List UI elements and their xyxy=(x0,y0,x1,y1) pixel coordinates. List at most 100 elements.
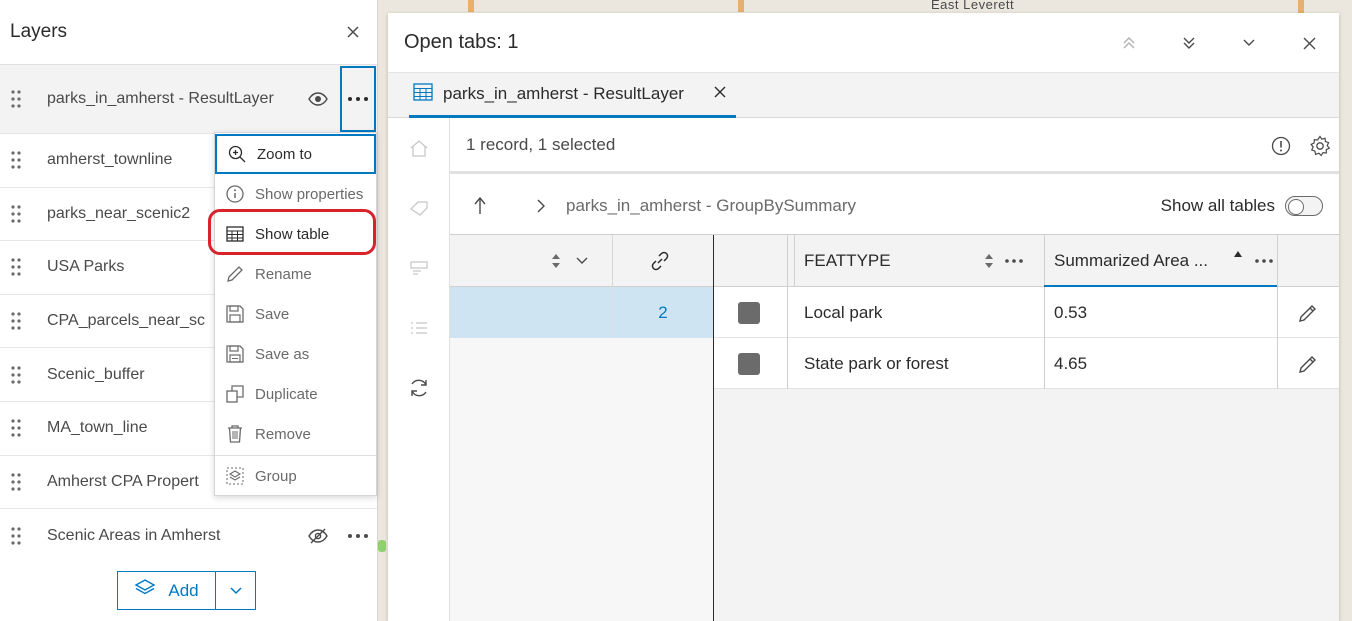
column-divider xyxy=(794,235,795,287)
layer-label: Scenic_buffer xyxy=(47,365,145,383)
table-icon xyxy=(225,224,245,244)
row-select-checkbox[interactable] xyxy=(738,338,760,389)
close-icon[interactable] xyxy=(1279,13,1339,73)
chevrons-up-icon[interactable] xyxy=(1099,13,1159,73)
map-park-area xyxy=(378,540,386,552)
menu-item-label: Rename xyxy=(255,265,312,283)
more-options-button[interactable] xyxy=(340,66,376,132)
sort-icon[interactable] xyxy=(980,251,998,271)
gear-icon[interactable] xyxy=(1309,135,1331,157)
drag-handle-icon[interactable] xyxy=(0,526,32,546)
drag-handle-icon[interactable] xyxy=(0,204,32,224)
tab-label: parks_in_amherst - ResultLayer xyxy=(443,84,684,103)
chevron-down-icon[interactable] xyxy=(572,251,592,271)
sort-icon[interactable] xyxy=(546,251,566,271)
menu-item-save-as[interactable]: Save as xyxy=(215,334,376,374)
column-divider xyxy=(1044,235,1045,287)
table-panel-title: Open tabs: 1 xyxy=(404,31,519,53)
pencil-icon xyxy=(225,264,245,284)
sort-ascending-icon[interactable] xyxy=(1232,247,1244,261)
cell-summarized-area[interactable]: 4.65 xyxy=(1054,338,1087,389)
link-icon xyxy=(648,249,672,273)
menu-item-label: Save xyxy=(255,305,290,323)
breadcrumb-item[interactable]: parks_in_amherst - GroupBySummary xyxy=(566,196,856,216)
menu-item-label: Show table xyxy=(255,225,330,243)
table-row[interactable]: 2 xyxy=(450,287,713,338)
column-divider xyxy=(612,235,613,287)
table-header-row: FEATTYPE Summarized Area ... xyxy=(714,235,1339,287)
menu-item-show-table[interactable]: Show table xyxy=(215,214,376,254)
menu-item-label: Duplicate xyxy=(255,385,318,403)
refresh-icon[interactable] xyxy=(388,358,450,418)
symbol-swatch xyxy=(738,301,760,324)
list-icon[interactable] xyxy=(388,298,450,358)
drag-handle-icon[interactable] xyxy=(0,150,32,170)
chevrons-down-icon[interactable] xyxy=(1159,13,1219,73)
column-header-label: Summarized Area ... xyxy=(1054,251,1209,270)
home-icon[interactable] xyxy=(388,118,450,178)
pencil-icon[interactable] xyxy=(1298,287,1318,338)
layer-label: Scenic Areas in Amherst xyxy=(47,526,221,544)
record-count-text: 1 record, 1 selected xyxy=(466,134,616,154)
menu-item-save[interactable]: Save xyxy=(215,294,376,334)
back-arrow-icon[interactable] xyxy=(468,194,492,218)
eye-off-icon[interactable] xyxy=(306,524,330,548)
table-row[interactable]: State park or forest 4.65 xyxy=(714,338,1339,389)
layer-label: USA Parks xyxy=(47,258,125,276)
menu-item-label: Save as xyxy=(255,345,310,363)
drag-handle-icon[interactable] xyxy=(0,257,32,277)
menu-item-rename[interactable]: Rename xyxy=(215,254,376,294)
more-options-button[interactable] xyxy=(340,516,376,556)
drag-handle-icon[interactable] xyxy=(0,418,32,438)
column-divider xyxy=(1044,287,1045,338)
menu-item-zoom-to[interactable]: Zoom to xyxy=(215,134,376,174)
table-icon xyxy=(413,82,433,106)
column-divider xyxy=(1277,235,1278,287)
chevron-down-icon[interactable] xyxy=(1219,13,1279,73)
close-icon[interactable] xyxy=(339,18,367,46)
row-select-checkbox[interactable] xyxy=(738,287,760,338)
menu-item-duplicate[interactable]: Duplicate xyxy=(215,374,376,414)
column-header-summarized-area[interactable]: Summarized Area ... xyxy=(1054,235,1229,287)
drag-handle-icon[interactable] xyxy=(0,89,32,109)
menu-item-remove[interactable]: Remove xyxy=(215,414,376,454)
layer-item[interactable]: Scenic Areas in Amherst xyxy=(0,509,377,563)
tab-strip: parks_in_amherst - ResultLayer xyxy=(388,73,1339,118)
table-row[interactable]: Local park 0.53 xyxy=(714,287,1339,338)
drag-handle-icon[interactable] xyxy=(0,311,32,331)
chevron-down-icon[interactable] xyxy=(216,572,255,609)
frozen-columns: 2 xyxy=(450,235,714,621)
alert-icon[interactable] xyxy=(1271,136,1291,156)
tag-icon[interactable] xyxy=(388,178,450,238)
menu-item-group[interactable]: Group xyxy=(215,456,376,496)
menu-item-show-properties[interactable]: Show properties xyxy=(215,174,376,214)
layer-label: CPA_parcels_near_sc xyxy=(47,312,206,330)
column-divider xyxy=(787,235,788,287)
pencil-icon[interactable] xyxy=(1298,338,1318,389)
layer-item[interactable]: parks_in_amherst - ResultLayer xyxy=(0,65,377,134)
eye-icon[interactable] xyxy=(306,87,330,111)
chevron-right-icon xyxy=(534,196,548,216)
menu-item-label: Remove xyxy=(255,425,311,443)
add-button[interactable]: Add xyxy=(118,572,216,609)
cell-feattype[interactable]: Local park xyxy=(804,287,882,338)
layer-label: Amherst CPA Propert xyxy=(47,472,199,490)
symbol-swatch xyxy=(738,352,760,375)
more-options-icon[interactable] xyxy=(1002,251,1026,271)
table-panel-header: Open tabs: 1 xyxy=(388,13,1339,73)
show-all-tables-toggle[interactable] xyxy=(1285,195,1323,216)
cell-feattype[interactable]: State park or forest xyxy=(804,338,949,389)
filter-card-icon[interactable] xyxy=(388,238,450,298)
drag-handle-icon[interactable] xyxy=(0,472,32,492)
more-options-icon[interactable] xyxy=(1252,251,1276,271)
layers-icon xyxy=(134,578,156,603)
table-panel: Open tabs: 1 parks_in_amherst - ResultLa… xyxy=(388,13,1339,621)
close-icon[interactable] xyxy=(714,85,726,103)
related-records-link[interactable]: 2 xyxy=(612,287,713,338)
cell-summarized-area[interactable]: 0.53 xyxy=(1054,287,1087,338)
drag-handle-icon[interactable] xyxy=(0,365,32,385)
menu-item-label: Zoom to xyxy=(257,145,313,163)
map-place-label: East Leverett xyxy=(931,0,1015,12)
show-all-tables-label: Show all tables xyxy=(1160,195,1275,215)
tab-parks-result-layer[interactable]: parks_in_amherst - ResultLayer xyxy=(409,73,736,118)
